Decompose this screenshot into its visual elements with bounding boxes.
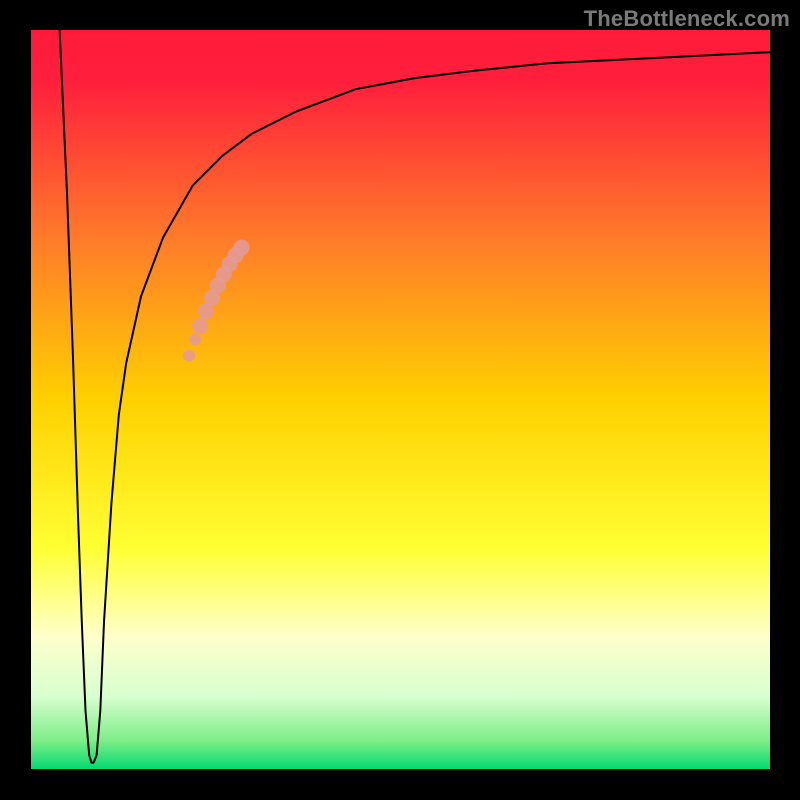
- highlight-dot: [183, 350, 195, 362]
- highlight-dot: [189, 333, 201, 345]
- bottleneck-chart: [0, 0, 800, 800]
- chart-container: TheBottleneck.com: [0, 0, 800, 800]
- highlight-dot: [234, 240, 250, 256]
- highlight-dot: [192, 318, 208, 334]
- watermark-text: TheBottleneck.com: [584, 6, 790, 32]
- chart-plot-background: [30, 30, 770, 770]
